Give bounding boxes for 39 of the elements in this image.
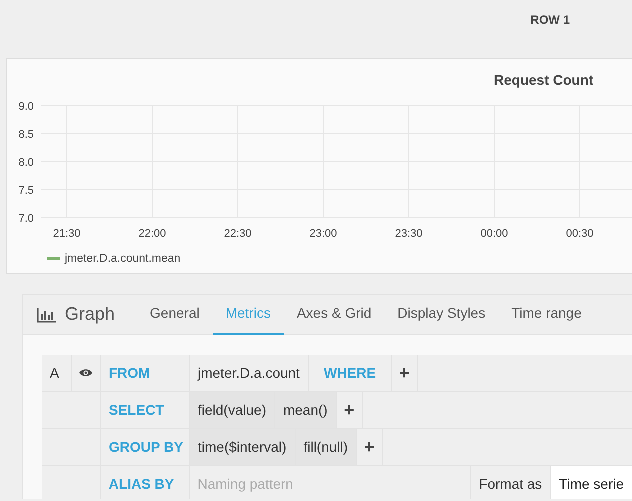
x-tick-label: 23:00 bbox=[310, 228, 338, 240]
clause-keyword: GROUP BY bbox=[101, 429, 190, 466]
bar-chart-icon bbox=[37, 306, 57, 322]
alias-input-field[interactable]: Naming pattern bbox=[190, 466, 472, 499]
clause-keyword: SELECT bbox=[101, 392, 190, 429]
y-tick-label: 8.0 bbox=[18, 157, 34, 169]
tab[interactable]: General bbox=[137, 295, 213, 334]
add-button[interactable]: + bbox=[357, 429, 384, 466]
x-tick-label: 22:30 bbox=[224, 228, 252, 240]
clause-keyword: WHERE bbox=[308, 355, 392, 392]
y-tick-label: 8.5 bbox=[18, 129, 34, 141]
measurement-segment[interactable]: jmeter.D.a.count bbox=[190, 355, 309, 392]
add-button[interactable]: + bbox=[336, 392, 363, 429]
x-tick-label: 22:00 bbox=[138, 228, 166, 240]
row-title: ROW 1 bbox=[530, 12, 570, 29]
query-part[interactable]: field(value) bbox=[190, 392, 276, 429]
format-label: Format as bbox=[471, 466, 552, 499]
tab[interactable]: Axes & Grid bbox=[284, 295, 385, 334]
eye-icon[interactable] bbox=[79, 368, 93, 378]
clause-keyword: ALIAS BY bbox=[100, 466, 190, 499]
x-tick-label: 23:30 bbox=[395, 228, 423, 240]
query-part[interactable]: time($interval) bbox=[190, 429, 296, 466]
tab[interactable]: Time range bbox=[498, 295, 595, 334]
clause-keyword: FROM bbox=[101, 355, 190, 392]
query-part[interactable]: fill(null) bbox=[296, 429, 358, 466]
y-tick-label: 7.0 bbox=[18, 213, 34, 225]
x-tick-label: 00:00 bbox=[480, 228, 508, 240]
add-button[interactable]: + bbox=[392, 355, 418, 392]
legend-label[interactable]: jmeter.D.a.count.mean bbox=[65, 253, 181, 265]
x-tick-label: 00:30 bbox=[566, 228, 594, 240]
y-tick-label: 7.5 bbox=[18, 185, 34, 197]
tab[interactable]: Display Styles bbox=[384, 295, 499, 334]
format-select[interactable]: Time serie bbox=[551, 466, 632, 499]
query-part[interactable]: mean() bbox=[275, 392, 337, 429]
y-tick-label: 9.0 bbox=[18, 101, 34, 113]
query-ref-label: A bbox=[42, 355, 72, 392]
panel-title: Request Count bbox=[494, 71, 594, 90]
panel-type-label: Graph bbox=[65, 303, 116, 326]
x-tick-label: 21:30 bbox=[53, 228, 81, 240]
